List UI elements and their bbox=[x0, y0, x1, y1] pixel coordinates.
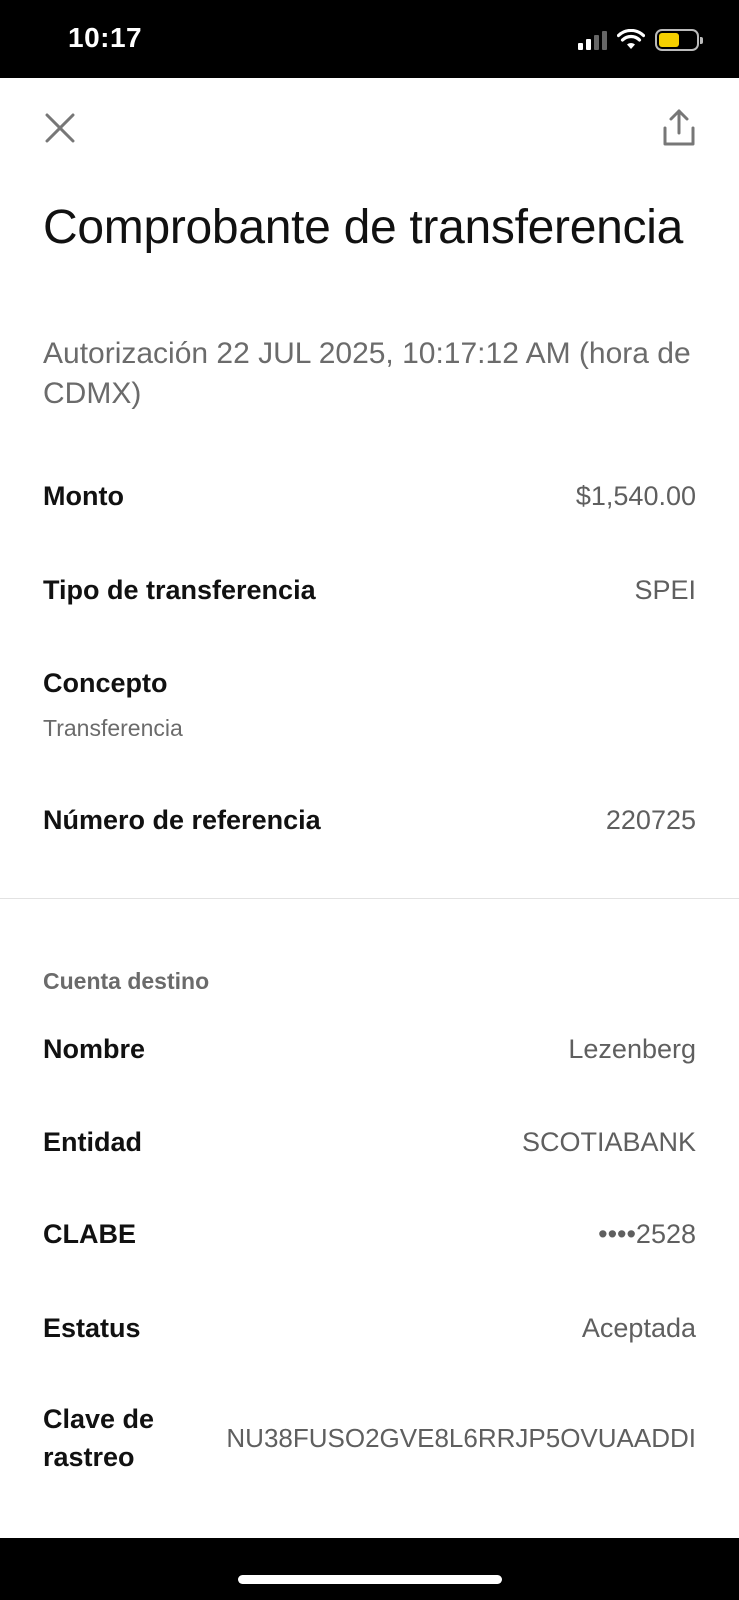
transfer-type-label: Tipo de transferencia bbox=[43, 574, 316, 605]
tracking-key-row: Clave de rastreo NU38FUSO2GVE8L6RRJP5OVU… bbox=[43, 1398, 696, 1478]
concept-value-row: Transferencia bbox=[43, 711, 696, 745]
battery-level bbox=[659, 33, 679, 47]
status-icons bbox=[578, 27, 703, 53]
reference-value: 220725 bbox=[605, 804, 696, 835]
status-time: 10:17 bbox=[68, 22, 143, 53]
signal-icon bbox=[578, 30, 607, 50]
transfer-type-value: SPEI bbox=[634, 574, 696, 605]
status-label: Estatus bbox=[43, 1312, 141, 1343]
entity-value: SCOTIABANK bbox=[521, 1126, 696, 1157]
battery-icon bbox=[655, 29, 703, 51]
home-bar-area bbox=[0, 1538, 739, 1600]
amount-label: Monto bbox=[43, 480, 124, 511]
reference-label: Número de referencia bbox=[43, 804, 321, 835]
authorization-timestamp: Autorización 22 JUL 2025, 10:17:12 AM (h… bbox=[43, 337, 691, 410]
home-indicator[interactable] bbox=[238, 1575, 502, 1584]
clabe-row: CLABE ••••2528 bbox=[43, 1214, 696, 1254]
transfer-type-row: Tipo de transferencia SPEI bbox=[43, 570, 696, 610]
amount-value: $1,540.00 bbox=[575, 480, 696, 511]
reference-row: Número de referencia 220725 bbox=[43, 800, 696, 840]
clabe-value: ••••2528 bbox=[598, 1218, 696, 1249]
receipt-sheet: Comprobante de transferencia Autorizació… bbox=[0, 78, 739, 1538]
page-title: Comprobante de transferencia bbox=[43, 201, 683, 254]
name-label: Nombre bbox=[43, 1033, 146, 1064]
share-icon bbox=[663, 109, 695, 146]
close-icon bbox=[45, 113, 75, 143]
share-button[interactable] bbox=[657, 106, 701, 150]
destination-section-label: Cuenta destino bbox=[43, 968, 210, 994]
clabe-label: CLABE bbox=[43, 1218, 136, 1249]
tracking-key-label-line1: Clave de bbox=[43, 1404, 155, 1434]
name-row: Nombre Lezenberg bbox=[43, 1029, 696, 1069]
concept-row: Concepto bbox=[43, 663, 696, 703]
tracking-key-value: NU38FUSO2GVE8L6RRJP5OVUAADDI bbox=[226, 1422, 696, 1453]
wifi-icon bbox=[617, 29, 645, 49]
status-row: Estatus Aceptada bbox=[43, 1308, 696, 1348]
tracking-key-label: Clave de rastreo bbox=[43, 1400, 154, 1476]
amount-row: Monto $1,540.00 bbox=[43, 476, 696, 516]
concept-value: Transferencia bbox=[43, 714, 183, 741]
entity-label: Entidad bbox=[43, 1126, 142, 1157]
section-divider bbox=[0, 898, 739, 899]
status-value: Aceptada bbox=[581, 1312, 696, 1343]
status-bar: 10:17 bbox=[0, 0, 739, 78]
tracking-key-label-line2: rastreo bbox=[43, 1442, 135, 1472]
name-value: Lezenberg bbox=[568, 1033, 696, 1064]
entity-row: Entidad SCOTIABANK bbox=[43, 1122, 696, 1162]
concept-label: Concepto bbox=[43, 667, 168, 698]
close-button[interactable] bbox=[40, 108, 80, 148]
